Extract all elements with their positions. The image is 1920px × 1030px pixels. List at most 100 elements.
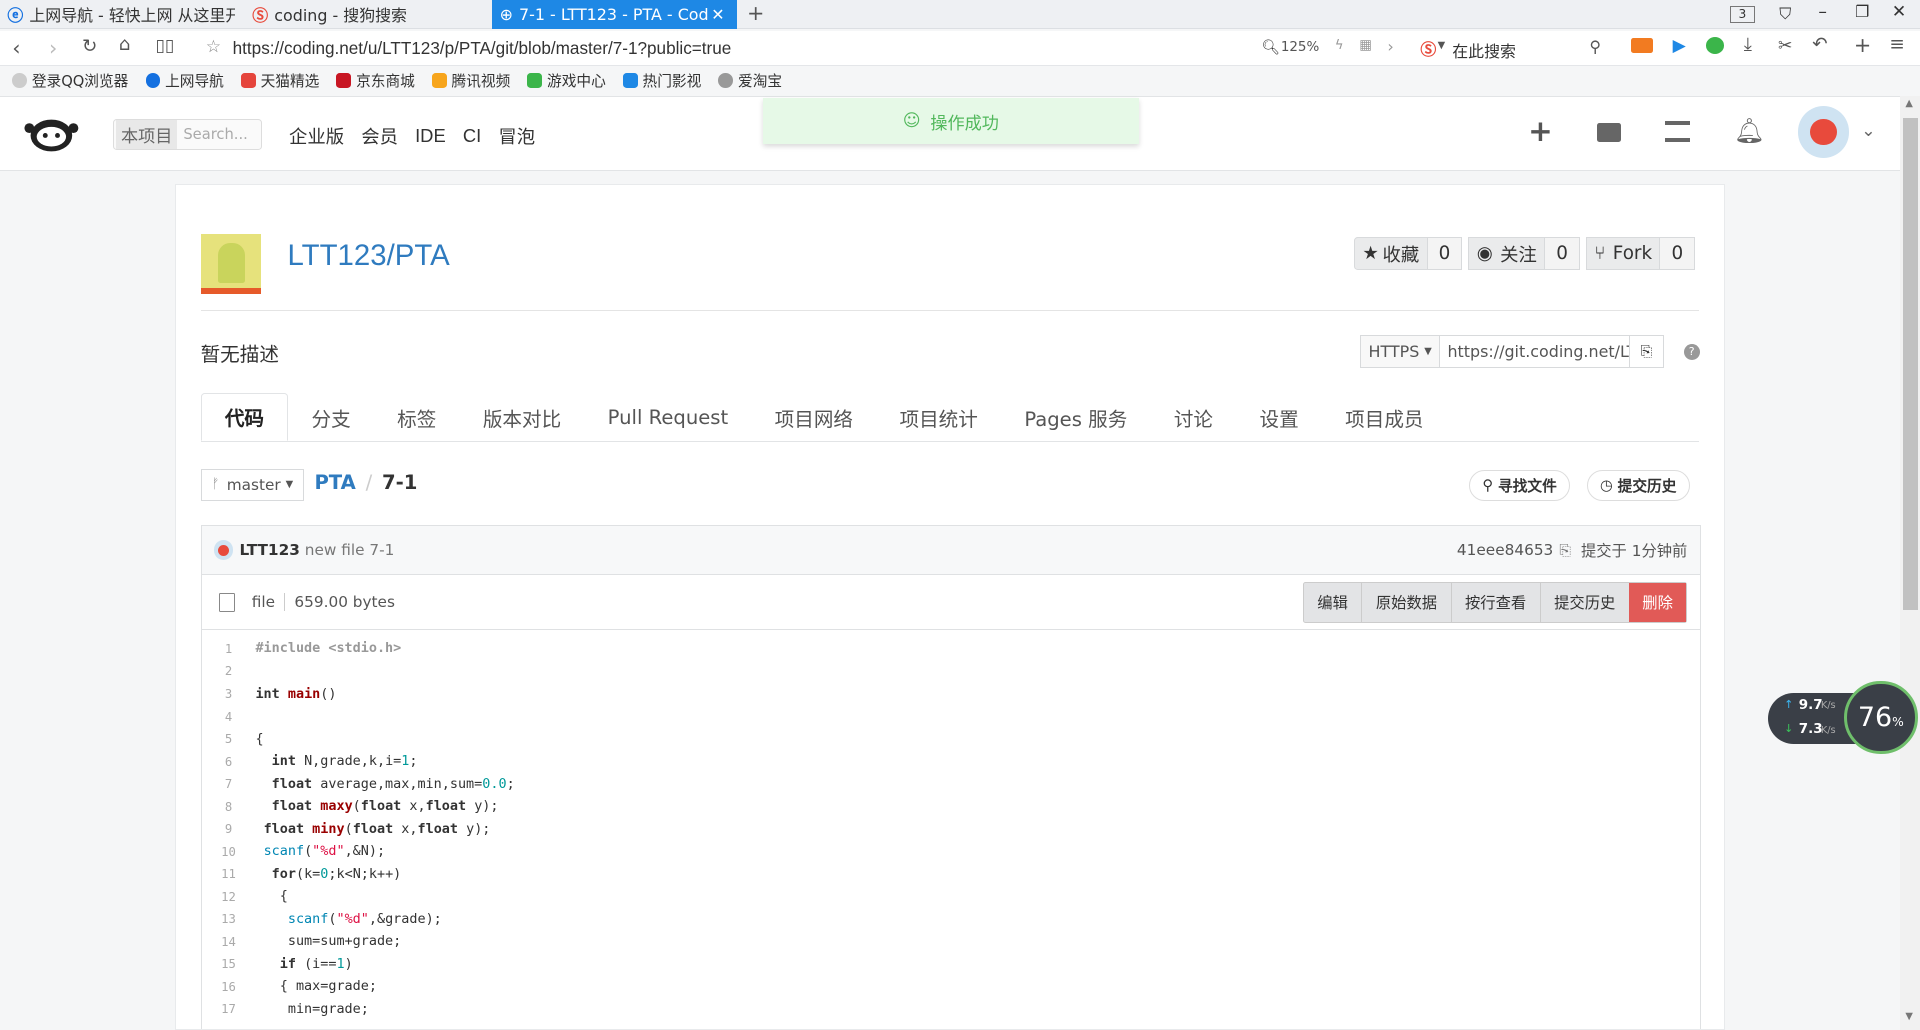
star-count[interactable]: 0 <box>1427 237 1463 271</box>
copy-button[interactable]: ⎘ <box>1629 335 1665 369</box>
coding-logo-icon[interactable] <box>22 111 81 155</box>
download-icon[interactable]: ⤓ <box>1744 34 1752 55</box>
chevron-down-icon[interactable]: ⌄ <box>1861 121 1875 141</box>
tab-code[interactable]: 代码 <box>200 393 289 441</box>
shirt-icon[interactable]: ⛉ <box>1779 4 1791 24</box>
clone-url-input[interactable]: https://git.coding.net/LTT123/PTA.git <box>1440 335 1630 369</box>
zoom-level[interactable]: 125% <box>1281 40 1319 55</box>
file-history-button[interactable]: 提交历史 <box>1539 582 1629 622</box>
network-speed-widget[interactable]: ↑ 9.7 K/s ↓ 7.3 K/s 76% <box>1768 680 1920 755</box>
breadcrumb-root[interactable]: PTA <box>314 471 355 494</box>
nav-enterprise[interactable]: 企业版 <box>289 123 344 149</box>
more-icon[interactable]: › <box>1387 37 1393 56</box>
close-tab-icon[interactable]: ✕ <box>711 5 724 24</box>
translate-icon[interactable]: ▦ <box>1359 38 1372 53</box>
commit-author[interactable]: LTT123 <box>240 541 300 559</box>
help-icon[interactable]: ? <box>1683 343 1700 360</box>
scissors-icon[interactable]: ✂ <box>1778 36 1792 56</box>
project-avatar[interactable] <box>200 233 261 294</box>
bell-icon[interactable]: 🔔︎ <box>1734 116 1765 145</box>
back-icon[interactable]: ‹ <box>12 36 20 60</box>
bookmark-qq-login[interactable]: 登录QQ浏览器 <box>12 70 128 91</box>
tab-branches[interactable]: 分支 <box>288 394 374 441</box>
restore-button[interactable]: ❐ <box>1855 2 1869 21</box>
fork-count[interactable]: 0 <box>1660 237 1696 271</box>
watch-count[interactable]: 0 <box>1545 237 1580 271</box>
tab-compare[interactable]: 版本对比 <box>460 394 585 441</box>
tab-pages[interactable]: Pages 服务 <box>1001 394 1150 441</box>
commit-history-button[interactable]: ◷ 提交历史 <box>1586 469 1690 501</box>
plus-icon[interactable]: + <box>1528 114 1553 148</box>
page-scrollbar[interactable]: ▲ ▼ <box>1900 95 1920 1030</box>
tab-count-badge[interactable]: 3 <box>1730 6 1755 24</box>
menu-icon[interactable]: ≡ <box>1889 34 1904 55</box>
bookmark-tmall[interactable]: 天猫精选 <box>241 70 319 91</box>
bookmark-games[interactable]: 游戏中心 <box>527 70 606 91</box>
play-icon[interactable]: ▶ <box>1673 36 1686 56</box>
tasks-icon[interactable] <box>1665 120 1690 142</box>
search-icon[interactable]: ⚲ <box>1589 37 1601 56</box>
tab-network[interactable]: 项目网络 <box>751 394 876 441</box>
wechat-icon[interactable] <box>1705 36 1725 54</box>
tab-discuss[interactable]: 讨论 <box>1151 394 1237 441</box>
scroll-thumb[interactable] <box>1902 117 1918 610</box>
bookmark-tencent-video[interactable]: 腾讯视频 <box>431 70 510 91</box>
tab-3-active[interactable]: ⊕ 7-1 - LTT123 - PTA - Coding ✕ <box>492 0 738 30</box>
forward-icon[interactable]: › <box>49 36 57 60</box>
url-field[interactable]: https://coding.net/u/LTT123/p/PTA/git/bl… <box>233 38 732 59</box>
fork-button[interactable]: ⑂ Fork <box>1586 237 1661 271</box>
star-icon[interactable]: ☆ <box>206 37 221 57</box>
nav-ide[interactable]: IDE <box>415 125 446 147</box>
branch-select[interactable]: ᚠ master ▼ <box>200 468 304 501</box>
undo-icon[interactable]: ↶ <box>1812 34 1827 55</box>
tab-pull-request[interactable]: Pull Request <box>584 394 751 441</box>
code-line: 17 min=grade; <box>202 998 1700 1021</box>
bookmark-aitaobao[interactable]: 爱淘宝 <box>718 70 782 91</box>
header-search[interactable]: 本项目 Search... <box>112 118 263 151</box>
avatar[interactable] <box>1797 106 1849 158</box>
zoom-icon[interactable]: 🔍︎ <box>1261 38 1280 56</box>
search-engine-dropdown-icon[interactable]: ▼ <box>1438 40 1446 51</box>
tab-2[interactable]: Ⓢ coding - 搜狗搜索 <box>245 0 490 29</box>
bookmark-nav[interactable]: 上网导航 <box>145 70 224 91</box>
protocol-select[interactable]: HTTPS ▼ <box>1360 335 1441 369</box>
line-number: 7 <box>224 777 233 792</box>
tab-settings[interactable]: 设置 <box>1236 394 1322 441</box>
add-icon[interactable]: + <box>1854 33 1871 57</box>
scroll-down-arrow[interactable]: ▼ <box>1905 1011 1913 1022</box>
commit-message[interactable]: new file 7-1 <box>305 541 395 559</box>
new-tab-button[interactable]: + <box>747 1 764 25</box>
browser-search-input[interactable]: 在此搜索 <box>1452 39 1516 62</box>
tab-members[interactable]: 项目成员 <box>1322 394 1447 441</box>
delete-button[interactable]: 删除 <box>1628 582 1687 622</box>
raw-button[interactable]: 原始数据 <box>1361 582 1450 622</box>
header-search-input[interactable]: Search... <box>183 126 247 143</box>
commit-hash[interactable]: 41eee84653 <box>1457 541 1553 559</box>
minimize-button[interactable]: – <box>1818 2 1827 22</box>
close-window-button[interactable]: ✕ <box>1892 2 1906 22</box>
watch-button[interactable]: ◉ 关注 <box>1468 237 1546 271</box>
reload-icon[interactable]: ↻ <box>82 36 97 57</box>
bookmark-movies[interactable]: 热门影视 <box>622 70 701 91</box>
camera-icon[interactable] <box>1631 37 1654 53</box>
author-avatar[interactable] <box>213 540 234 560</box>
home-icon[interactable]: ⌂ <box>119 34 131 55</box>
project-name[interactable]: LTT123/PTA <box>288 239 450 273</box>
folder-icon[interactable] <box>1596 123 1622 142</box>
bookmark-jd[interactable]: 京东商城 <box>336 70 415 91</box>
nav-ci[interactable]: CI <box>463 125 481 147</box>
star-button[interactable]: ★ 收藏 <box>1354 237 1428 271</box>
project-card: LTT123/PTA ★ 收藏 0 ◉ 关注 0 ⑂ Fork 0 暂无描述 HTTP… <box>175 183 1726 1030</box>
find-file-button[interactable]: ⚲ 寻找文件 <box>1469 469 1571 501</box>
blame-button[interactable]: 按行查看 <box>1450 582 1540 622</box>
tab-stats[interactable]: 项目统计 <box>876 394 1001 441</box>
reader-icon[interactable]: ▯▯ <box>156 36 175 56</box>
lightning-icon[interactable]: ϟ <box>1335 38 1344 53</box>
edit-button[interactable]: 编辑 <box>1304 583 1362 622</box>
copy-hash-icon[interactable]: ⎘ <box>1559 542 1571 559</box>
scroll-up-arrow[interactable]: ▲ <box>1905 98 1913 109</box>
tab-1[interactable]: ⓔ 上网导航 - 轻快上网 从这里开始 <box>0 0 242 29</box>
tab-tags[interactable]: 标签 <box>374 394 460 441</box>
nav-bubble[interactable]: 冒泡 <box>498 123 535 149</box>
nav-member[interactable]: 会员 <box>361 123 398 149</box>
